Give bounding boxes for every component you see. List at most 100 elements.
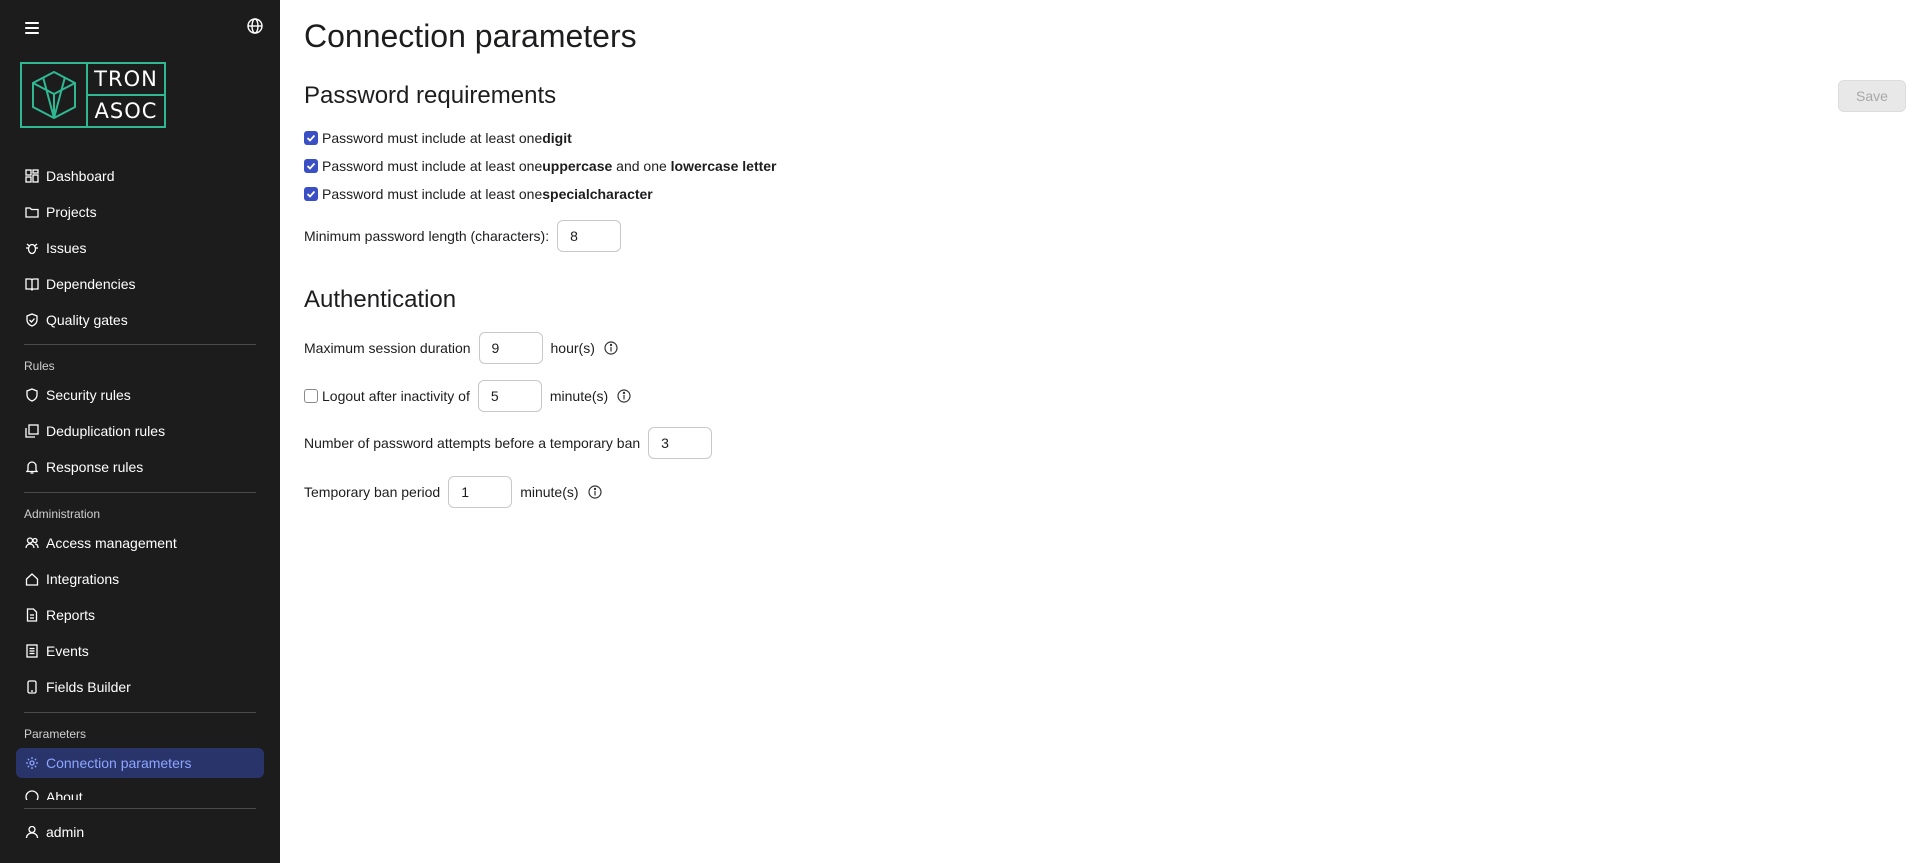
- sidebar-item-issues[interactable]: Issues: [16, 233, 264, 263]
- password-attempts-label: Number of password attempts before a tem…: [304, 435, 641, 451]
- req-special-text: Password must include at least one: [322, 186, 543, 202]
- section-title-authentication: Authentication: [304, 286, 457, 313]
- sidebar-item-deduplication-rules[interactable]: Deduplication rules: [16, 416, 264, 446]
- sidebar-item-events[interactable]: Events: [16, 636, 264, 666]
- sidebar-item-projects[interactable]: Projects: [16, 197, 264, 227]
- ban-period-label: Temporary ban period: [304, 484, 441, 500]
- shield-check-icon: [24, 312, 40, 328]
- sidebar-item-label: Dashboard: [46, 168, 115, 184]
- sidebar-item-access-management[interactable]: Access management: [16, 528, 264, 558]
- session-duration-unit: hour(s): [550, 340, 595, 356]
- section-title-password: Password requirements: [304, 82, 557, 109]
- sidebar-scroll-clip: About: [0, 784, 280, 800]
- list-icon: [24, 643, 40, 659]
- sidebar-item-label: Security rules: [46, 387, 131, 403]
- sidebar-item-label: Access management: [46, 535, 177, 551]
- sidebar-section-rules: Rules: [24, 359, 55, 373]
- home-icon: [24, 571, 40, 587]
- sidebar-section-administration: Administration: [24, 507, 101, 521]
- sidebar-divider: [24, 808, 256, 809]
- session-duration-row: Maximum session duration hour(s): [304, 332, 619, 364]
- req-case-bold-upper: uppercase: [542, 158, 613, 174]
- sidebar-item-label: Response rules: [46, 459, 144, 475]
- info-icon: [24, 789, 40, 800]
- session-duration-input[interactable]: [478, 332, 543, 364]
- sidebar-topbar: [0, 0, 280, 56]
- ban-period-row: Temporary ban period minute(s): [304, 476, 603, 508]
- shield-icon: [24, 387, 40, 403]
- sidebar-item-label: Quality gates: [46, 312, 128, 328]
- sidebar-item-user-admin[interactable]: admin: [16, 817, 264, 847]
- sidebar-divider: [24, 492, 256, 493]
- user-icon: [24, 824, 40, 840]
- req-case-row[interactable]: Password must include at least one upper…: [304, 158, 777, 174]
- gear-icon: [24, 755, 40, 771]
- req-case-text: Password must include at least one: [322, 158, 543, 174]
- sidebar-item-quality-gates[interactable]: Quality gates: [16, 305, 264, 335]
- folder-icon: [24, 204, 40, 220]
- dashboard-icon: [24, 168, 40, 184]
- cube-logo-icon: [22, 64, 88, 126]
- info-icon[interactable]: [603, 340, 619, 356]
- sidebar-item-label: About: [46, 789, 83, 800]
- globe-icon[interactable]: [246, 17, 266, 37]
- ban-period-unit: minute(s): [520, 484, 579, 500]
- sidebar-divider: [24, 712, 256, 713]
- users-icon: [24, 535, 40, 551]
- sidebar-item-label: Integrations: [46, 571, 120, 587]
- sidebar-divider: [24, 344, 256, 345]
- copy-icon: [24, 423, 40, 439]
- logout-inactivity-checkbox[interactable]: [304, 389, 318, 403]
- req-digit-bold: digit: [542, 130, 572, 146]
- bug-icon: [24, 240, 40, 256]
- req-special-bold: specialcharacter: [542, 186, 653, 202]
- logo-text-line2: ASOC: [88, 94, 164, 126]
- bell-icon: [24, 459, 40, 475]
- info-icon[interactable]: [587, 484, 603, 500]
- info-icon[interactable]: [616, 388, 632, 404]
- file-icon: [24, 607, 40, 623]
- sidebar-item-label: admin: [46, 824, 85, 840]
- sidebar-section-parameters: Parameters: [24, 727, 87, 741]
- phone-icon: [24, 679, 40, 695]
- sidebar-item-security-rules[interactable]: Security rules: [16, 380, 264, 410]
- logout-inactivity-input[interactable]: [477, 380, 542, 412]
- sidebar-item-response-rules[interactable]: Response rules: [16, 452, 264, 482]
- sidebar-item-label: Reports: [46, 607, 96, 623]
- session-duration-label: Maximum session duration: [304, 340, 471, 356]
- logout-inactivity-label: Logout after inactivity of: [322, 388, 470, 404]
- sidebar-item-dependencies[interactable]: Dependencies: [16, 269, 264, 299]
- sidebar-item-label: Deduplication rules: [46, 423, 166, 439]
- req-special-checkbox[interactable]: [304, 187, 318, 201]
- sidebar-item-connection-parameters[interactable]: Connection parameters: [16, 748, 264, 778]
- sidebar-item-fields-builder[interactable]: Fields Builder: [16, 672, 264, 702]
- req-special-row[interactable]: Password must include at least one speci…: [304, 186, 653, 202]
- req-case-mid: and one: [612, 158, 671, 174]
- req-case-checkbox[interactable]: [304, 159, 318, 173]
- password-attempts-input[interactable]: [648, 427, 713, 459]
- sidebar-item-integrations[interactable]: Integrations: [16, 564, 264, 594]
- sidebar-item-label: Dependencies: [46, 276, 136, 292]
- min-length-row: Minimum password length (characters):: [304, 220, 629, 252]
- sidebar: TRON ASOC Dashboard Projects Issues Depe…: [0, 0, 280, 863]
- min-length-input[interactable]: [557, 220, 622, 252]
- req-digit-text: Password must include at least one: [322, 130, 543, 146]
- sidebar-item-label: Events: [46, 643, 89, 659]
- book-icon: [24, 276, 40, 292]
- sidebar-item-label: Fields Builder: [46, 679, 131, 695]
- save-button[interactable]: Save: [1838, 80, 1906, 112]
- ban-period-input[interactable]: [448, 476, 513, 508]
- sidebar-item-dashboard[interactable]: Dashboard: [16, 161, 264, 191]
- req-digit-row[interactable]: Password must include at least one digit: [304, 130, 572, 146]
- sidebar-item-reports[interactable]: Reports: [16, 600, 264, 630]
- req-case-bold-lower: lowercase letter: [670, 158, 777, 174]
- tron-asoc-logo[interactable]: TRON ASOC: [20, 62, 166, 128]
- hamburger-menu-icon[interactable]: [22, 18, 42, 38]
- logo-text-line1: TRON: [94, 67, 158, 91]
- req-digit-checkbox[interactable]: [304, 131, 318, 145]
- sidebar-item-label: Connection parameters: [46, 755, 192, 771]
- logout-inactivity-row: Logout after inactivity of minute(s): [304, 380, 632, 412]
- password-attempts-row: Number of password attempts before a tem…: [304, 427, 720, 459]
- logout-inactivity-unit: minute(s): [549, 388, 609, 404]
- sidebar-item-about[interactable]: About: [16, 784, 264, 800]
